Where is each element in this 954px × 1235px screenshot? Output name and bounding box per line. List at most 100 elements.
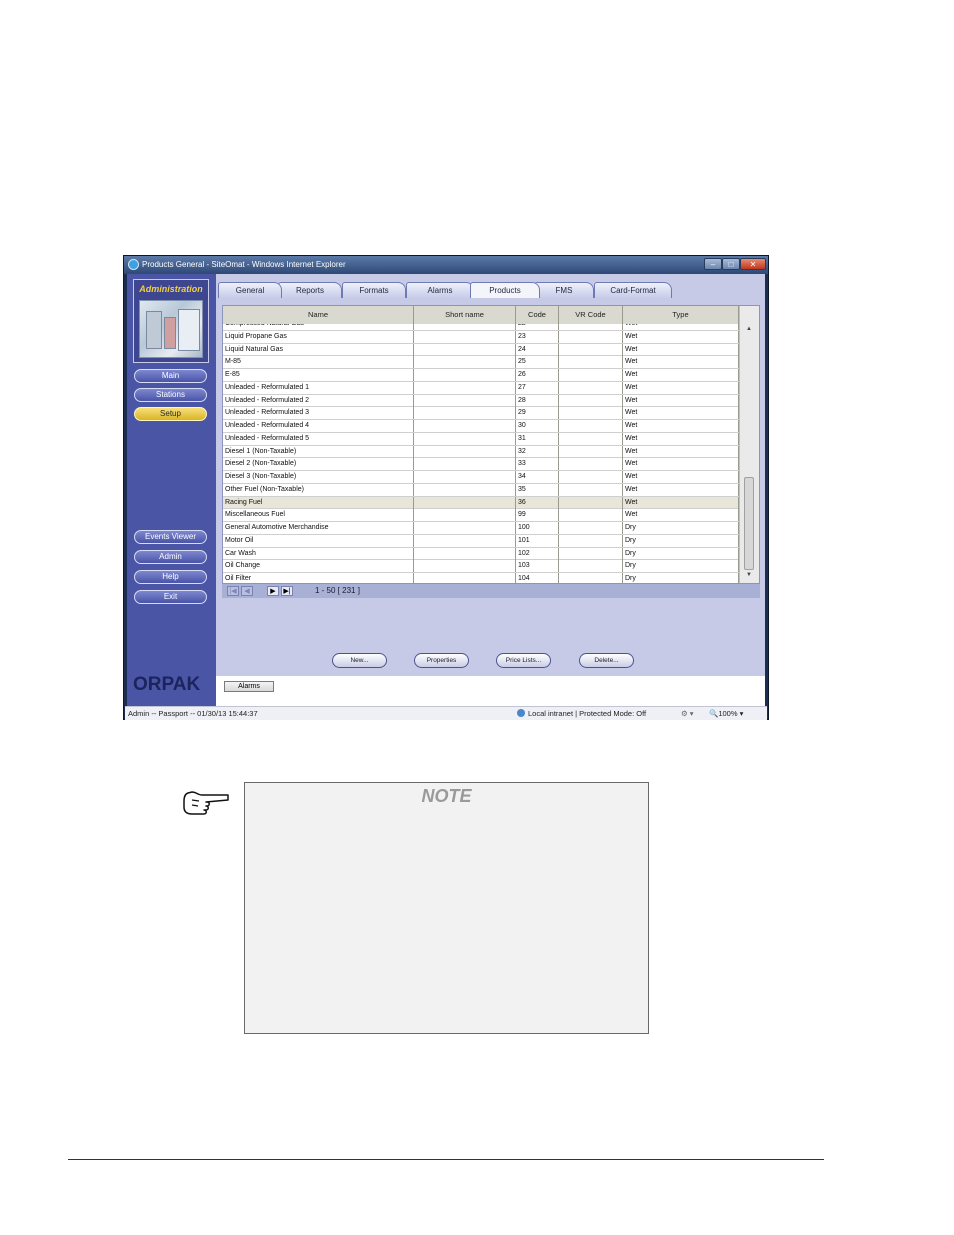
cell-short xyxy=(414,420,516,432)
cell-type: Wet xyxy=(623,458,739,471)
cell-code: 22 xyxy=(516,324,559,330)
sidebar-item-events-viewer[interactable]: Events Viewer xyxy=(134,530,207,544)
tab-reports[interactable]: Reports xyxy=(278,282,342,298)
sidebar-item-setup[interactable]: Setup xyxy=(134,407,207,421)
table-row[interactable]: General Automotive Merchandise 100 Dry xyxy=(223,522,739,535)
cell-type: Dry xyxy=(623,560,739,573)
cell-code: 102 xyxy=(516,547,559,560)
tab-fms[interactable]: FMS xyxy=(534,282,594,298)
sidebar-item-main[interactable]: Main xyxy=(134,369,207,383)
table-row[interactable]: Other Fuel (Non-Taxable) 35 Wet xyxy=(223,483,739,497)
cell-type: Wet xyxy=(623,509,739,522)
sidebar-item-exit[interactable]: Exit xyxy=(134,590,207,604)
cell-code: 99 xyxy=(516,509,559,522)
table-row[interactable]: Unleaded - Reformulated 2 28 Wet xyxy=(223,394,739,408)
table-row[interactable]: Car Wash 102 Dry xyxy=(223,547,739,561)
first-page-icon[interactable]: |◀ xyxy=(227,586,239,596)
cell-name: E-85 xyxy=(223,369,414,381)
table-row[interactable]: Racing Fuel 36 Wet xyxy=(223,496,739,510)
cell-vr xyxy=(559,369,623,381)
properties-button[interactable]: Properties xyxy=(414,653,469,668)
cell-name: Oil Change xyxy=(223,560,414,573)
cell-short xyxy=(414,483,516,496)
next-page-icon[interactable]: ▶ xyxy=(267,586,279,596)
cell-short xyxy=(414,560,516,573)
cell-vr xyxy=(559,330,623,343)
table-row[interactable]: Oil Change 103 Dry xyxy=(223,560,739,573)
table-row[interactable]: Oil Filter 104 Dry xyxy=(223,573,739,583)
maximize-button[interactable]: □ xyxy=(722,258,740,270)
table-row[interactable]: Unleaded - Reformulated 5 31 Wet xyxy=(223,432,739,446)
cell-name: M-85 xyxy=(223,356,414,369)
column-header-vr-code[interactable]: VR Code xyxy=(559,306,623,324)
tab-products[interactable]: Products xyxy=(470,282,540,298)
tab-card-format[interactable]: Card-Format xyxy=(594,282,672,298)
cell-short xyxy=(414,534,516,547)
delete-button[interactable]: Delete... xyxy=(579,653,634,668)
table-row[interactable]: Liquid Natural Gas 24 Wet xyxy=(223,343,739,357)
cell-short xyxy=(414,324,516,330)
grid-body: Compressed Natural Gas 22 Wet Liquid Propan… xyxy=(223,324,739,583)
minimize-button[interactable]: – xyxy=(704,258,722,270)
cell-name: Motor Oil xyxy=(223,534,414,547)
pointing-hand-icon xyxy=(183,791,229,815)
table-row[interactable]: Motor Oil 101 Dry xyxy=(223,534,739,548)
cell-short xyxy=(414,369,516,381)
status-bar: Admin -- Passport -- 01/30/13 15:44:37 L… xyxy=(125,706,767,720)
column-header-code[interactable]: Code xyxy=(516,306,559,324)
scroll-thumb[interactable] xyxy=(744,477,754,570)
cell-code: 101 xyxy=(516,534,559,547)
table-row[interactable]: Miscellaneous Fuel 99 Wet xyxy=(223,509,739,522)
tab-alarms[interactable]: Alarms xyxy=(406,282,474,298)
last-page-icon[interactable]: ▶| xyxy=(281,586,293,596)
cell-vr xyxy=(559,324,623,330)
cell-code: 25 xyxy=(516,356,559,369)
sidebar-item-stations[interactable]: Stations xyxy=(134,388,207,402)
price-lists-button[interactable]: Price Lists... xyxy=(496,653,551,668)
scroll-down-arrow-icon[interactable]: ▼ xyxy=(744,572,754,578)
cell-name: Oil Filter xyxy=(223,573,414,583)
tab-bar: General Reports Formats Alarms Products FMS Ca… xyxy=(216,282,765,298)
cell-name: Compressed Natural Gas xyxy=(223,324,414,330)
sidebar-item-help[interactable]: Help xyxy=(134,570,207,584)
cell-type: Dry xyxy=(623,534,739,547)
table-row[interactable]: Liquid Propane Gas 23 Wet xyxy=(223,330,739,344)
cell-name: Car Wash xyxy=(223,547,414,560)
table-row[interactable]: Diesel 3 (Non-Taxable) 34 Wet xyxy=(223,471,739,484)
sidebar: Administration Main Stations Setup Events … xyxy=(127,274,216,706)
scroll-up-arrow-icon[interactable]: ▲ xyxy=(744,326,754,332)
cell-vr xyxy=(559,496,623,509)
table-row[interactable]: Unleaded - Reformulated 4 30 Wet xyxy=(223,420,739,433)
administration-panel: Administration xyxy=(133,279,209,363)
table-row[interactable]: Unleaded - Reformulated 1 27 Wet xyxy=(223,381,739,395)
table-row[interactable]: E-85 26 Wet xyxy=(223,369,739,382)
table-row[interactable]: Compressed Natural Gas 22 Wet xyxy=(223,324,739,331)
column-header-short-name[interactable]: Short name xyxy=(414,306,516,324)
table-row[interactable]: Diesel 2 (Non-Taxable) 33 Wet xyxy=(223,458,739,471)
close-button[interactable]: ✕ xyxy=(740,258,766,270)
table-row[interactable]: Diesel 1 (Non-Taxable) 32 Wet xyxy=(223,445,739,459)
table-row[interactable]: Unleaded - Reformulated 3 29 Wet xyxy=(223,407,739,420)
tab-formats[interactable]: Formats xyxy=(342,282,406,298)
zoom-level[interactable]: 🔍100% ▾ xyxy=(709,707,743,720)
cell-vr xyxy=(559,483,623,496)
cell-type: Wet xyxy=(623,483,739,496)
cell-short xyxy=(414,356,516,369)
column-header-name[interactable]: Name xyxy=(223,306,414,324)
prev-page-icon[interactable]: ◀ xyxy=(241,586,253,596)
security-settings-icon[interactable]: ⚙ ▾ xyxy=(681,707,694,720)
cell-name: Diesel 1 (Non-Taxable) xyxy=(223,445,414,458)
note-box: NOTE xyxy=(244,782,649,1034)
note-title: NOTE xyxy=(421,786,472,806)
column-header-type[interactable]: Type xyxy=(623,306,739,324)
tab-general[interactable]: General xyxy=(218,282,282,298)
new-button[interactable]: New... xyxy=(332,653,387,668)
cell-name: Unleaded - Reformulated 2 xyxy=(223,394,414,407)
grid-scrollbar[interactable]: ▲ ▼ xyxy=(739,306,759,583)
table-row[interactable]: M-85 25 Wet xyxy=(223,356,739,369)
alarms-button[interactable]: Alarms xyxy=(224,681,274,692)
cell-type: Wet xyxy=(623,407,739,420)
sidebar-item-admin[interactable]: Admin xyxy=(134,550,207,564)
cell-short xyxy=(414,432,516,445)
cell-vr xyxy=(559,445,623,458)
